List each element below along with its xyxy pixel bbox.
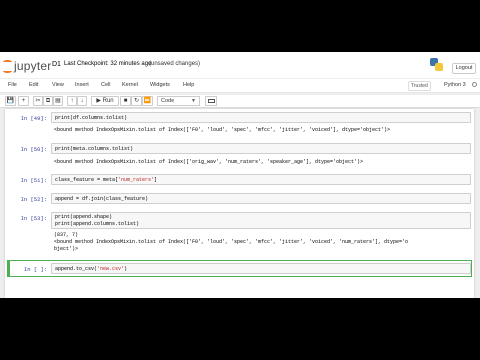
- cell-output: (837, 7): [54, 232, 79, 238]
- cell-output: <bound method IndexOpsMixin.tolist of In…: [54, 127, 391, 133]
- cell-type-value: Code: [161, 98, 175, 104]
- code-cell-input[interactable]: append = df.join(class_feature): [51, 193, 471, 204]
- cell-output: bject')>: [54, 246, 79, 252]
- menu-edit[interactable]: Edit: [29, 82, 38, 88]
- cell-prompt: In [51]:: [20, 177, 47, 184]
- chevron-down-icon: ▼: [191, 98, 196, 104]
- cell-prompt: In [50]:: [20, 146, 47, 153]
- code-line: class_feature = meta['num_raters']: [55, 177, 158, 183]
- code-line: append = df.join(class_feature): [55, 196, 149, 202]
- code-line: print(append.shape): [55, 214, 113, 220]
- cell-type-select[interactable]: Code ▼: [157, 96, 200, 106]
- cell-prompt: In [52]:: [20, 196, 47, 203]
- logo-orbit-top: [3, 60, 12, 64]
- code-line: print(df.columns.tolist): [55, 115, 128, 121]
- jupyter-logo[interactable]: jupyter: [3, 59, 51, 74]
- copy-icon[interactable]: ⧉: [43, 96, 53, 106]
- code-cell-input[interactable]: print(append.shape) print(append.columns…: [51, 212, 471, 229]
- menu-insert[interactable]: Insert: [75, 82, 89, 88]
- add-cell-icon[interactable]: +: [18, 96, 29, 106]
- save-icon[interactable]: 💾: [5, 96, 16, 106]
- autosave-status: (unsaved changes): [149, 61, 201, 67]
- notebook-area: In [49]: print(df.columns.tolist) <bound…: [0, 109, 480, 298]
- string-literal: 'num_raters': [118, 177, 155, 183]
- code-cell-input[interactable]: print(meta.columns.tolist): [51, 143, 471, 154]
- menubar: File Edit View Insert Cell Kernel Widget…: [0, 79, 480, 93]
- python-logo-icon: [430, 58, 444, 72]
- notebook-page: In [49]: print(df.columns.tolist) <bound…: [5, 109, 474, 298]
- cell-prompt: In [ ]:: [23, 266, 47, 273]
- cut-icon[interactable]: ✂: [33, 96, 43, 106]
- logo-orbit-bottom: [3, 69, 12, 73]
- code-cell-input[interactable]: print(df.columns.tolist): [51, 112, 471, 123]
- cell-prompt: In [53]:: [20, 215, 47, 222]
- kernel-status-icon: [472, 82, 477, 87]
- code-line: print(append.columns.tolist): [55, 221, 140, 227]
- kernel-name: Python 3: [444, 82, 466, 88]
- header: jupyter D1 Last Checkpoint: 32 minutes a…: [0, 52, 480, 78]
- code-cell-input[interactable]: class_feature = meta['num_raters']: [51, 174, 471, 185]
- cell-prompt: In [49]:: [20, 115, 47, 122]
- checkpoint-status: Last Checkpoint: 32 minutes ago: [64, 61, 152, 67]
- logout-button[interactable]: Logout: [452, 63, 476, 74]
- restart-run-all-icon[interactable]: ⏩: [142, 96, 153, 106]
- code-line: print(meta.columns.tolist): [55, 146, 134, 152]
- code-cell-input-active[interactable]: append.to_csv('new.csv'): [51, 263, 471, 274]
- menu-widgets[interactable]: Widgets: [150, 82, 170, 88]
- trusted-indicator[interactable]: Trusted: [408, 81, 431, 91]
- cell-output: <bound method IndexOpsMixin.tolist of In…: [54, 159, 364, 165]
- menu-kernel[interactable]: Kernel: [122, 82, 138, 88]
- menu-help[interactable]: Help: [183, 82, 194, 88]
- menu-file[interactable]: File: [8, 82, 17, 88]
- run-button[interactable]: ▶ Run: [91, 96, 119, 106]
- toolbar: 💾 + ✂ ⧉ ▤ ↑ ↓ ▶ Run ■ ↻ ⏩ Code ▼: [0, 95, 480, 108]
- keyboard-icon[interactable]: [205, 96, 217, 106]
- jupyter-window: jupyter D1 Last Checkpoint: 32 minutes a…: [0, 52, 480, 298]
- cell-output: <bound method IndexOpsMixin.tolist of In…: [54, 239, 409, 245]
- notebook-name[interactable]: D1: [52, 61, 61, 68]
- move-up-icon[interactable]: ↑: [67, 96, 77, 106]
- move-down-icon[interactable]: ↓: [77, 96, 87, 106]
- paste-icon[interactable]: ▤: [53, 96, 63, 106]
- logo-text: jupyter: [14, 59, 52, 73]
- menu-cell[interactable]: Cell: [101, 82, 110, 88]
- menu-view[interactable]: View: [52, 82, 64, 88]
- restart-icon[interactable]: ↻: [131, 96, 142, 106]
- code-line: append.to_csv('new.csv'): [55, 266, 128, 272]
- string-literal: 'new.csv': [97, 266, 125, 272]
- interrupt-icon[interactable]: ■: [120, 96, 131, 106]
